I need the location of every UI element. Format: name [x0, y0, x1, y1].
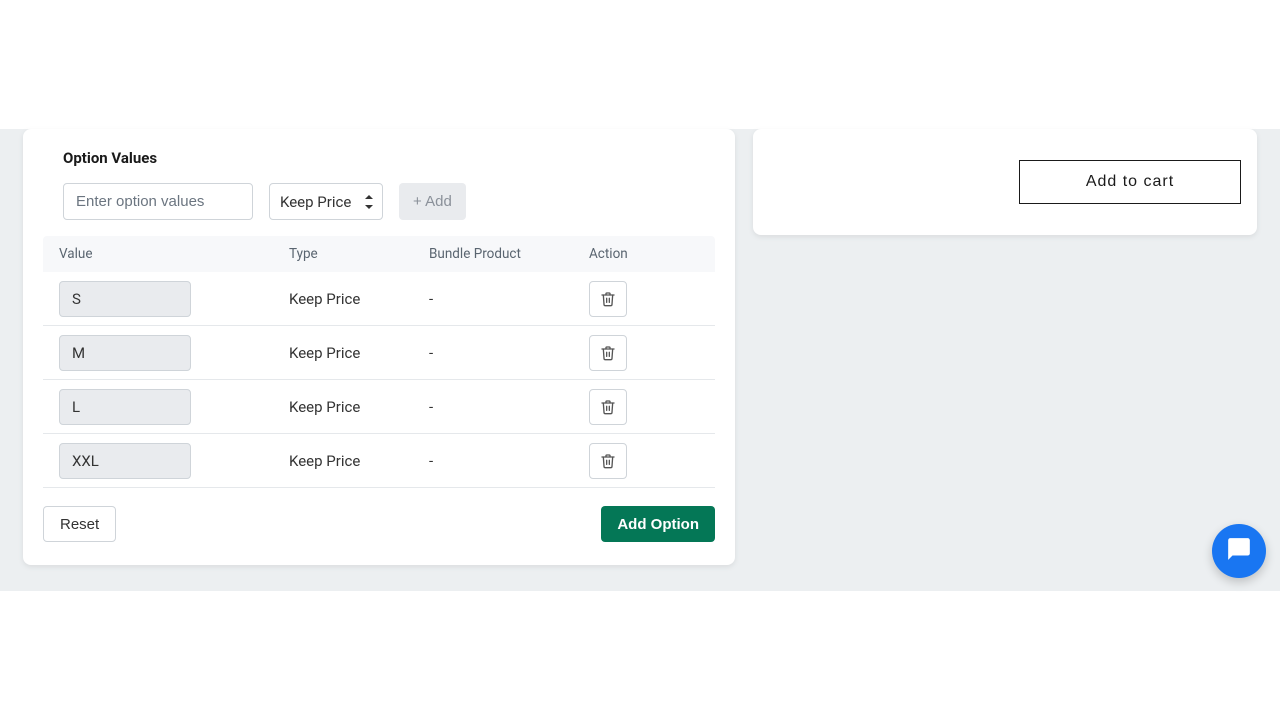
value-pill[interactable]: S — [59, 281, 191, 317]
value-pill[interactable]: XXL — [59, 443, 191, 479]
delete-row-button[interactable] — [589, 281, 627, 317]
add-option-button[interactable]: Add Option — [601, 506, 715, 542]
card-footer: Reset Add Option — [43, 506, 715, 542]
table-row: XXL Keep Price- — [43, 434, 715, 488]
add-value-button[interactable]: + Add — [399, 183, 466, 220]
table-row: M Keep Price- — [43, 326, 715, 380]
add-to-cart-button[interactable]: Add to cart — [1019, 160, 1241, 204]
table-row: L Keep Price- — [43, 380, 715, 434]
header-value: Value — [59, 246, 289, 262]
option-value-input-row: Keep Price + Add — [63, 183, 715, 220]
price-type-select[interactable]: Keep Price — [269, 183, 383, 220]
trash-icon — [600, 291, 616, 307]
row-bundle: - — [429, 398, 589, 416]
chat-icon — [1226, 536, 1252, 566]
header-action: Action — [589, 246, 699, 262]
row-type: Keep Price — [289, 452, 429, 470]
value-pill[interactable]: L — [59, 389, 191, 425]
header-type: Type — [289, 246, 429, 262]
header-bundle: Bundle Product — [429, 246, 589, 262]
chat-launcher-button[interactable] — [1212, 524, 1266, 578]
option-values-table: Value Type Bundle Product Action S Keep P… — [43, 236, 715, 488]
preview-card: Add to cart — [753, 129, 1257, 235]
price-type-selected: Keep Price — [280, 193, 351, 211]
option-value-input[interactable] — [63, 183, 253, 220]
table-header: Value Type Bundle Product Action — [43, 236, 715, 272]
row-type: Keep Price — [289, 344, 429, 362]
row-bundle: - — [429, 452, 589, 470]
trash-icon — [600, 399, 616, 415]
row-bundle: - — [429, 344, 589, 362]
row-type: Keep Price — [289, 290, 429, 308]
trash-icon — [600, 453, 616, 469]
delete-row-button[interactable] — [589, 443, 627, 479]
section-title: Option Values — [63, 149, 715, 167]
delete-row-button[interactable] — [589, 335, 627, 371]
row-type: Keep Price — [289, 398, 429, 416]
reset-button[interactable]: Reset — [43, 506, 116, 542]
table-row: S Keep Price- — [43, 272, 715, 326]
option-values-card: Option Values Keep Price + Add Value Typ… — [23, 129, 735, 565]
delete-row-button[interactable] — [589, 389, 627, 425]
trash-icon — [600, 345, 616, 361]
value-pill[interactable]: M — [59, 335, 191, 371]
row-bundle: - — [429, 290, 589, 308]
